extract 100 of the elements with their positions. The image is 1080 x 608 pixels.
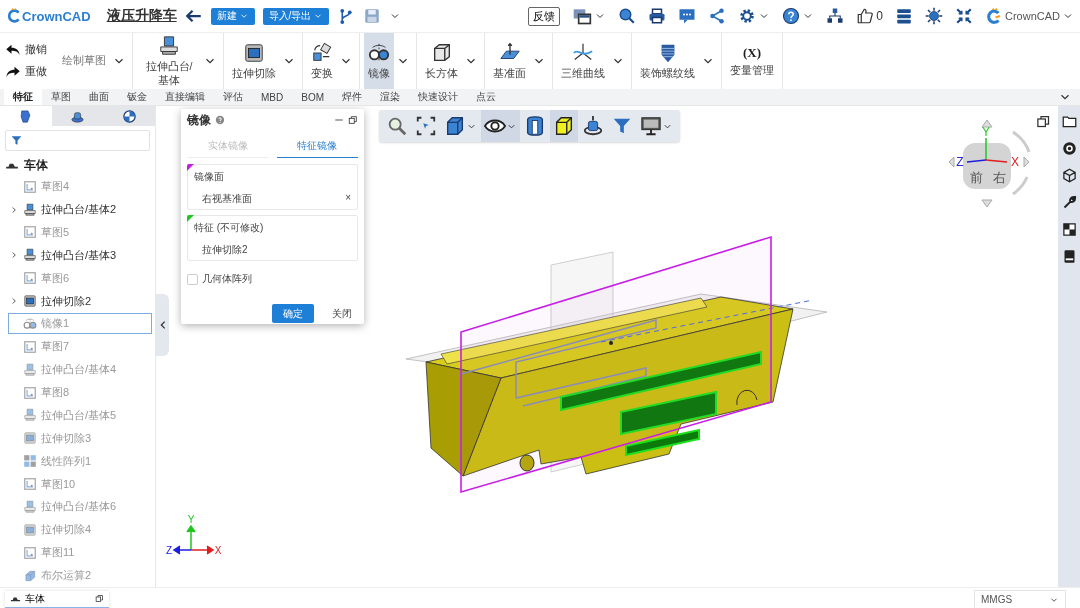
document-title: 液压升降车 bbox=[106, 7, 177, 25]
ribbon-tab[interactable]: BOM bbox=[292, 89, 333, 105]
cut-icon bbox=[23, 294, 37, 309]
ribbon-tab[interactable]: 渲染 bbox=[371, 89, 409, 105]
printer-icon[interactable] bbox=[648, 7, 667, 25]
collapse-arrows-icon[interactable] bbox=[955, 7, 973, 25]
sketch-icon bbox=[23, 271, 37, 286]
redo-button[interactable]: 重做 bbox=[4, 63, 54, 81]
ribbon-tab[interactable]: 直接编辑 bbox=[156, 89, 214, 105]
selection-field[interactable]: 特征 (不可修改) 拉伸切除2 bbox=[187, 215, 358, 261]
tool-button[interactable]: (X) 变量管理 bbox=[726, 33, 778, 89]
tool-button[interactable]: 基准面 bbox=[489, 33, 530, 89]
rotate-icon bbox=[582, 115, 604, 137]
tool-button[interactable]: 三维曲线 bbox=[557, 33, 609, 89]
panel-tab[interactable] bbox=[51, 106, 104, 127]
comment-icon[interactable] bbox=[678, 7, 697, 25]
sketch-icon bbox=[23, 545, 37, 560]
view-tool-button[interactable] bbox=[582, 115, 604, 137]
checkbox[interactable] bbox=[187, 273, 198, 285]
tree-item[interactable]: 拉伸凸台/基体3 bbox=[8, 244, 152, 266]
mirror-icon bbox=[368, 41, 390, 64]
windows-icon[interactable] bbox=[572, 6, 593, 26]
cube-icon bbox=[444, 115, 466, 137]
sketch-icon bbox=[23, 385, 37, 400]
tool-button[interactable]: 镜像 bbox=[364, 33, 394, 89]
axis-label: X bbox=[1011, 155, 1019, 169]
ribbon-tab[interactable]: 钣金 bbox=[118, 89, 156, 105]
view-tool-button[interactable] bbox=[444, 115, 466, 137]
restore-icon[interactable] bbox=[1036, 114, 1051, 129]
circle-icon[interactable] bbox=[1061, 141, 1077, 156]
tool-button[interactable]: 装饰螺纹线 bbox=[636, 33, 699, 89]
tool-button[interactable]: 绘制草图 bbox=[58, 33, 110, 89]
selection-field[interactable]: 镜像面 右视基准面 × bbox=[187, 164, 358, 210]
close-button[interactable]: 关闭 bbox=[326, 306, 358, 321]
view-cube-face-label: 前 bbox=[969, 170, 983, 185]
sun-icon[interactable] bbox=[925, 7, 943, 25]
view-tool-button[interactable] bbox=[640, 115, 662, 137]
feedback-button[interactable]: 反馈 bbox=[528, 6, 561, 26]
ribbon-tab[interactable]: 点云 bbox=[467, 89, 505, 105]
wrench-icon[interactable] bbox=[1061, 195, 1077, 210]
search-icon[interactable] bbox=[618, 7, 637, 25]
restore-icon[interactable] bbox=[348, 115, 358, 125]
body-tab[interactable]: 车体 bbox=[5, 590, 109, 608]
tree-root-label[interactable]: 车体 bbox=[24, 156, 48, 174]
sketch-icon bbox=[23, 179, 37, 194]
dialog-title: 镜像 bbox=[187, 111, 211, 129]
tool-button[interactable]: 变换 bbox=[307, 33, 337, 89]
select-box-icon bbox=[415, 115, 437, 137]
boolean-icon bbox=[23, 568, 37, 583]
ribbon-tab[interactable]: 草图 bbox=[42, 89, 80, 105]
back-arrow-icon[interactable] bbox=[184, 7, 203, 25]
wireframe-cube-icon[interactable] bbox=[1061, 168, 1077, 183]
axis-label: Z bbox=[956, 155, 964, 169]
thumbs-up-icon[interactable] bbox=[856, 7, 875, 25]
axis-label: Y bbox=[982, 125, 990, 139]
menu-button[interactable]: 新建 bbox=[210, 7, 255, 25]
panel-tab[interactable] bbox=[103, 106, 155, 127]
extrude-icon bbox=[23, 408, 37, 423]
ribbon-tab[interactable]: 快速设计 bbox=[409, 89, 467, 105]
folder-icon[interactable] bbox=[1061, 114, 1077, 129]
view-tool-button[interactable] bbox=[415, 115, 437, 137]
tool-button[interactable]: 长方体 bbox=[421, 33, 462, 89]
extrude-icon bbox=[23, 499, 37, 514]
user-name[interactable]: CrownCAD bbox=[1005, 10, 1060, 22]
view-cube-drawing[interactable] bbox=[948, 119, 1031, 208]
sketch-icon bbox=[23, 225, 37, 240]
ribbon-tab[interactable]: MBD bbox=[252, 89, 293, 105]
ribbon-tab[interactable]: 评估 bbox=[214, 89, 252, 105]
view-tool-button[interactable] bbox=[524, 115, 546, 137]
restore-icon[interactable] bbox=[95, 594, 104, 603]
tree-item[interactable]: 拉伸凸台/基体2 bbox=[8, 199, 152, 220]
units-dropdown[interactable]: MMGS bbox=[974, 590, 1066, 608]
share-icon[interactable] bbox=[708, 7, 727, 25]
tree-item[interactable]: 拉伸切除2 bbox=[8, 290, 152, 312]
pattern-icon bbox=[23, 454, 37, 469]
filter-field[interactable] bbox=[5, 130, 150, 151]
ribbon-tab[interactable]: 焊件 bbox=[333, 89, 371, 105]
view-tool-button[interactable] bbox=[553, 115, 575, 137]
stack-icon[interactable] bbox=[895, 7, 913, 25]
confirm-button[interactable]: 确定 bbox=[272, 304, 314, 323]
tool-button[interactable]: 拉伸切除 bbox=[228, 33, 280, 89]
mirror-icon bbox=[23, 316, 37, 331]
section-view-icon bbox=[524, 115, 546, 137]
ribbon-tab[interactable]: 曲面 bbox=[80, 89, 118, 105]
axis-triad-drawing bbox=[172, 524, 215, 555]
monitor-icon bbox=[640, 115, 662, 137]
menu-button[interactable]: 导入/导出 bbox=[262, 7, 330, 25]
field-label: 镜像面 bbox=[194, 170, 225, 184]
hierarchy-icon[interactable] bbox=[826, 7, 845, 25]
undo-button[interactable]: 撤销 bbox=[4, 41, 54, 59]
clear-button[interactable]: × bbox=[345, 192, 351, 206]
settings-icon[interactable] bbox=[738, 7, 757, 25]
zoom-icon bbox=[386, 115, 408, 137]
tool-button[interactable]: 拉伸凸台/基体 bbox=[137, 33, 201, 89]
help-icon[interactable] bbox=[782, 7, 801, 25]
axis-label: Y bbox=[187, 514, 195, 525]
dialog-tab[interactable]: 特征镜像 bbox=[276, 137, 358, 158]
cut-icon bbox=[23, 431, 37, 446]
ribbon-tab[interactable]: 特征 bbox=[4, 89, 42, 105]
checker-icon[interactable] bbox=[1061, 222, 1077, 237]
